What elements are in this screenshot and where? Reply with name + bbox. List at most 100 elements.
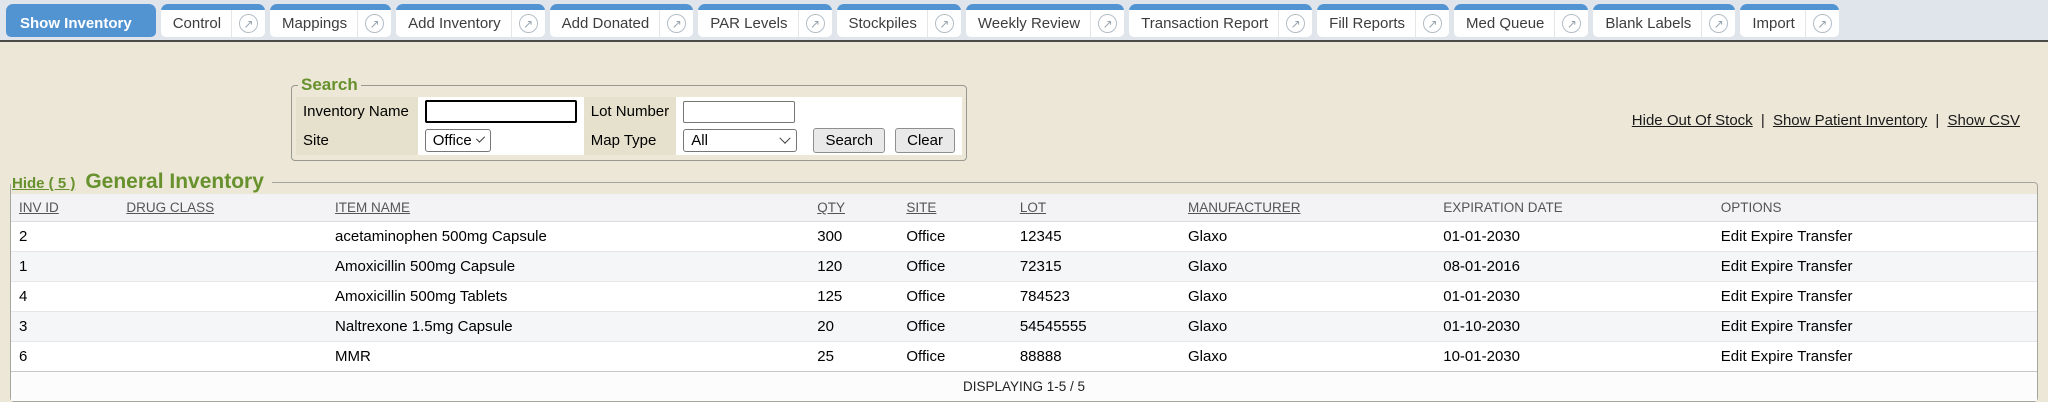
open-new-window-icon[interactable]: ↗ [511,10,545,37]
col-header-drug-class[interactable]: DRUG CLASS [118,194,327,222]
open-new-window-icon[interactable]: ↗ [1554,10,1588,37]
col-header-expiration-date: EXPIRATION DATE [1435,194,1713,222]
tab-import[interactable]: Import ↗ [1740,4,1839,37]
lot-number-input[interactable] [683,101,795,123]
cell-site: Office [898,342,1011,372]
tab-bar: Show Inventory Control ↗ Mappings ↗ Add … [0,0,2048,42]
cell-lot: 72315 [1012,252,1180,282]
col-header-site[interactable]: SITE [898,194,1011,222]
cell-inv-id: 2 [11,222,118,252]
section-title: General Inventory [85,170,264,194]
cell-manufacturer: Glaxo [1180,282,1435,312]
hide-out-of-stock-link[interactable]: Hide Out Of Stock [1632,112,1753,129]
link-separator: | [1931,112,1943,129]
tab-add-donated[interactable]: Add Donated ↗ [550,4,694,37]
tab-med-queue[interactable]: Med Queue ↗ [1454,4,1588,37]
search-button[interactable]: Search [813,128,885,153]
table-row: 2 acetaminophen 500mg Capsule 300 Office… [11,222,2037,252]
tab-control[interactable]: Control ↗ [161,4,265,37]
site-select[interactable]: Office [425,129,491,152]
page-content: Search Inventory Name Lot Number Site Of… [0,42,2048,402]
tab-label: Add Donated [562,15,660,32]
tab-transaction-report[interactable]: Transaction Report ↗ [1129,4,1312,37]
map-type-select-value: All [691,132,708,149]
edit-link[interactable]: Edit [1721,258,1747,275]
cell-inv-id: 1 [11,252,118,282]
tab-weekly-review[interactable]: Weekly Review ↗ [966,4,1124,37]
table-row: 3 Naltrexone 1.5mg Capsule 20 Office 545… [11,312,2037,342]
map-type-select[interactable]: All [683,129,797,152]
cell-drug-class [118,312,327,342]
cell-manufacturer: Glaxo [1180,222,1435,252]
cell-site: Office [898,252,1011,282]
expire-link[interactable]: Expire [1751,318,1794,335]
expire-link[interactable]: Expire [1751,348,1794,365]
cell-inv-id: 4 [11,282,118,312]
tab-blank-labels[interactable]: Blank Labels ↗ [1593,4,1735,37]
tab-label: Med Queue [1466,15,1554,32]
col-header-item-name[interactable]: ITEM NAME [327,194,809,222]
cell-manufacturer: Glaxo [1180,312,1435,342]
tab-label: Mappings [282,15,357,32]
cell-manufacturer: Glaxo [1180,342,1435,372]
transfer-link[interactable]: Transfer [1797,348,1852,365]
col-header-qty[interactable]: QTY [809,194,898,222]
cell-manufacturer: Glaxo [1180,252,1435,282]
col-header-inv-id[interactable]: INV ID [11,194,118,222]
pagination-row: DISPLAYING 1-5 / 5 [11,372,2037,402]
show-patient-inventory-link[interactable]: Show Patient Inventory [1773,112,1927,129]
cell-site: Office [898,222,1011,252]
expire-link[interactable]: Expire [1751,258,1794,275]
col-header-lot[interactable]: LOT [1012,194,1180,222]
inventory-name-label: Inventory Name [296,97,418,126]
cell-expiration-date: 01-01-2030 [1435,222,1713,252]
open-new-window-icon[interactable]: ↗ [231,10,265,37]
open-new-window-icon[interactable]: ↗ [1415,10,1449,37]
open-new-window-icon[interactable]: ↗ [357,10,391,37]
tab-label: Weekly Review [978,15,1090,32]
tab-par-levels[interactable]: PAR Levels ↗ [698,4,831,37]
cell-lot: 88888 [1012,342,1180,372]
cell-lot: 54545555 [1012,312,1180,342]
tab-stockpiles[interactable]: Stockpiles ↗ [837,4,961,37]
map-type-label: Map Type [584,126,677,155]
transfer-link[interactable]: Transfer [1797,228,1852,245]
edit-link[interactable]: Edit [1721,228,1747,245]
cell-lot: 784523 [1012,282,1180,312]
transfer-link[interactable]: Transfer [1797,288,1852,305]
edit-link[interactable]: Edit [1721,288,1747,305]
tab-show-inventory[interactable]: Show Inventory [6,4,156,37]
clear-button[interactable]: Clear [895,128,955,153]
edit-link[interactable]: Edit [1721,318,1747,335]
inventory-name-input[interactable] [425,100,577,123]
hide-count-link[interactable]: Hide ( 5 ) [12,175,75,192]
tab-add-inventory[interactable]: Add Inventory ↗ [396,4,545,37]
chevron-down-icon [476,133,485,142]
expire-link[interactable]: Expire [1751,228,1794,245]
open-new-window-icon[interactable]: ↗ [1701,10,1735,37]
cell-item-name: Amoxicillin 500mg Capsule [327,252,809,282]
tab-label: Blank Labels [1605,15,1701,32]
general-inventory-section: Hide ( 5 ) General Inventory INV ID DRUG… [10,170,2038,402]
tab-fill-reports[interactable]: Fill Reports ↗ [1317,4,1449,37]
transfer-link[interactable]: Transfer [1797,258,1852,275]
cell-qty: 120 [809,252,898,282]
show-csv-link[interactable]: Show CSV [1947,112,2020,129]
cell-options: EditExpireTransfer [1713,222,2037,252]
open-new-window-icon[interactable]: ↗ [1278,10,1312,37]
open-new-window-icon[interactable]: ↗ [798,10,832,37]
expire-link[interactable]: Expire [1751,288,1794,305]
cell-qty: 300 [809,222,898,252]
cell-inv-id: 3 [11,312,118,342]
site-label: Site [296,126,418,155]
open-new-window-icon[interactable]: ↗ [1805,10,1839,37]
open-new-window-icon[interactable]: ↗ [659,10,693,37]
col-header-manufacturer[interactable]: MANUFACTURER [1180,194,1435,222]
edit-link[interactable]: Edit [1721,348,1747,365]
cell-expiration-date: 10-01-2030 [1435,342,1713,372]
tab-label: Control [173,15,231,32]
open-new-window-icon[interactable]: ↗ [927,10,961,37]
transfer-link[interactable]: Transfer [1797,318,1852,335]
open-new-window-icon[interactable]: ↗ [1090,10,1124,37]
tab-mappings[interactable]: Mappings ↗ [270,4,391,37]
